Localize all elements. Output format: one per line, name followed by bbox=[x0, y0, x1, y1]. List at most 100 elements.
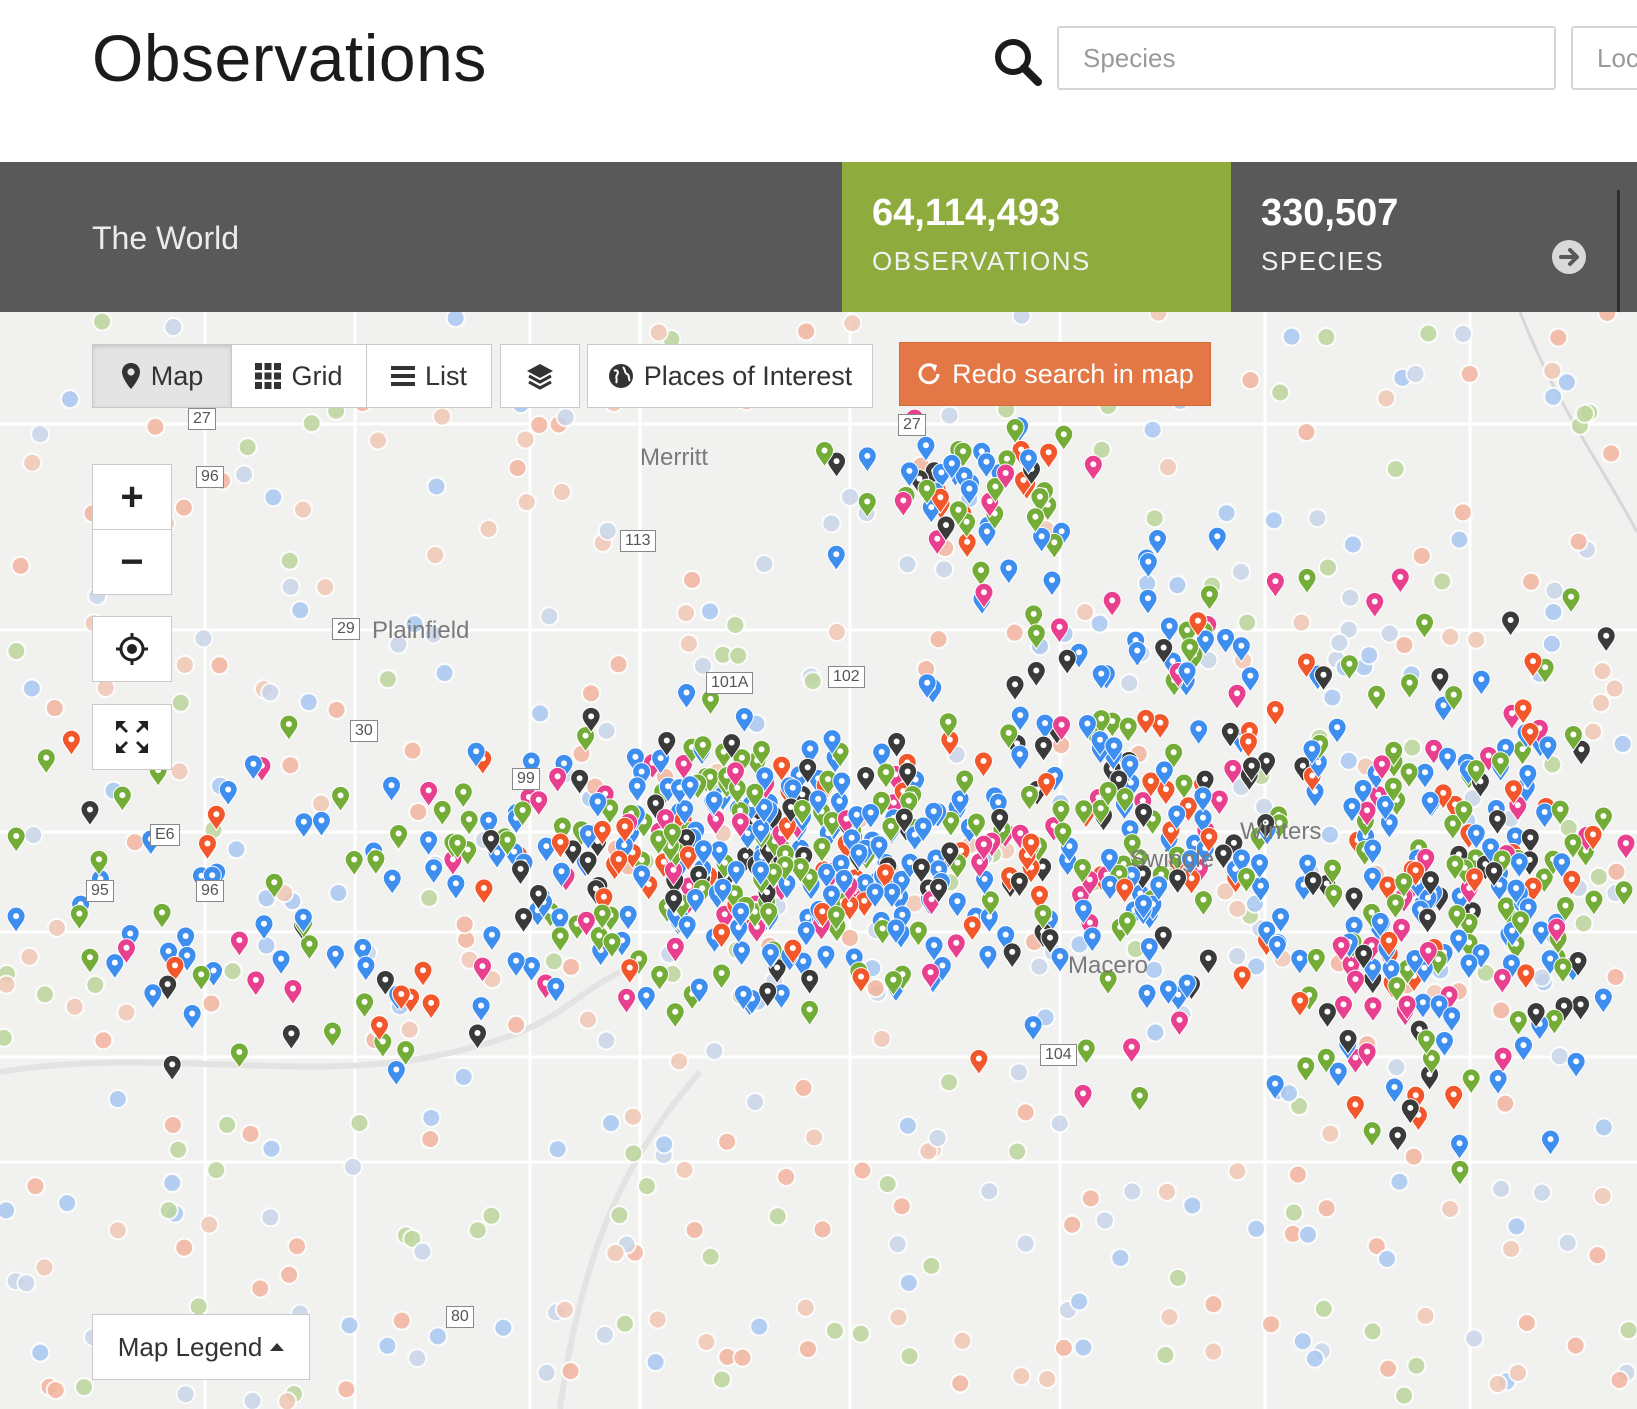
observation-pin[interactable] bbox=[1115, 877, 1135, 905]
observations-map[interactable]: Merritt Plainfield Swingle Winters Macer… bbox=[0, 312, 1637, 1409]
observation-dot[interactable] bbox=[311, 793, 332, 814]
observation-pin[interactable] bbox=[1333, 994, 1353, 1022]
locate-button[interactable] bbox=[92, 616, 172, 682]
observation-dot[interactable] bbox=[1403, 1146, 1424, 1167]
observation-dot[interactable] bbox=[158, 1200, 179, 1221]
observation-dot[interactable] bbox=[600, 1113, 621, 1134]
observation-pin[interactable] bbox=[1345, 969, 1365, 997]
observation-pin[interactable] bbox=[1102, 590, 1122, 618]
observation-dot[interactable] bbox=[34, 1257, 55, 1278]
observation-dot[interactable] bbox=[1532, 1182, 1553, 1203]
observation-dot[interactable] bbox=[754, 553, 775, 574]
observation-pin[interactable] bbox=[1232, 965, 1252, 992]
observation-dot[interactable] bbox=[776, 1166, 797, 1187]
observation-dot[interactable] bbox=[1159, 1307, 1180, 1328]
observation-dot[interactable] bbox=[507, 458, 528, 479]
observation-pin[interactable] bbox=[1561, 587, 1581, 614]
observation-dot[interactable] bbox=[1604, 678, 1625, 699]
observation-dot[interactable] bbox=[669, 1051, 690, 1072]
observation-pin[interactable] bbox=[322, 1021, 342, 1048]
observation-dot[interactable] bbox=[1507, 1362, 1528, 1383]
observation-dot[interactable] bbox=[234, 464, 255, 485]
observation-dot[interactable] bbox=[1008, 1062, 1029, 1083]
observation-pin[interactable] bbox=[1520, 827, 1540, 855]
observation-dot[interactable] bbox=[1144, 508, 1165, 529]
observation-dot[interactable] bbox=[57, 1193, 78, 1214]
observation-dot[interactable] bbox=[1004, 622, 1025, 643]
observation-pin[interactable] bbox=[1540, 1129, 1561, 1157]
observation-dot[interactable] bbox=[1317, 557, 1338, 578]
observation-dot[interactable] bbox=[682, 569, 703, 590]
observation-dot[interactable] bbox=[871, 1028, 892, 1049]
observation-pin[interactable] bbox=[546, 976, 566, 1004]
observation-dot[interactable] bbox=[336, 1379, 357, 1400]
observation-dot[interactable] bbox=[1453, 323, 1474, 344]
observation-dot[interactable] bbox=[1501, 1238, 1522, 1259]
observation-pin[interactable] bbox=[6, 826, 26, 853]
observation-dot[interactable] bbox=[605, 1243, 626, 1264]
observation-pin[interactable] bbox=[1306, 947, 1326, 975]
observation-pin[interactable] bbox=[246, 970, 266, 997]
observation-pin[interactable] bbox=[1420, 790, 1440, 818]
observation-dot[interactable] bbox=[897, 1115, 918, 1136]
observation-dot[interactable] bbox=[1291, 612, 1312, 633]
observation-dot[interactable] bbox=[402, 740, 423, 761]
observation-pin[interactable] bbox=[356, 955, 376, 983]
observation-dot[interactable] bbox=[168, 1139, 189, 1160]
observation-pin[interactable] bbox=[254, 914, 274, 941]
observation-pin[interactable] bbox=[1363, 996, 1383, 1023]
observation-pin[interactable] bbox=[1488, 1068, 1508, 1096]
observation-pin[interactable] bbox=[1138, 588, 1158, 616]
observation-pin[interactable] bbox=[971, 560, 991, 588]
observation-dot[interactable] bbox=[1203, 1294, 1224, 1315]
observation-dot[interactable] bbox=[888, 1307, 909, 1328]
observation-markers[interactable] bbox=[0, 312, 1637, 1409]
observation-dot[interactable] bbox=[481, 1205, 502, 1226]
observation-dot[interactable] bbox=[826, 622, 847, 643]
observation-dot[interactable] bbox=[279, 550, 300, 571]
observation-dot[interactable] bbox=[260, 1207, 281, 1228]
observation-dot[interactable] bbox=[1075, 602, 1096, 623]
observation-pin[interactable] bbox=[36, 748, 56, 775]
observation-dot[interactable] bbox=[1227, 946, 1248, 967]
observation-dot[interactable] bbox=[536, 1362, 557, 1383]
observation-dot[interactable] bbox=[467, 1220, 488, 1241]
observation-dot[interactable] bbox=[821, 513, 842, 534]
observation-dot[interactable] bbox=[425, 545, 446, 566]
observation-dot[interactable] bbox=[921, 1255, 942, 1276]
observation-dot[interactable] bbox=[277, 1391, 298, 1409]
observation-dot[interactable] bbox=[260, 682, 281, 703]
observation-pin[interactable] bbox=[550, 926, 570, 953]
observation-dot[interactable] bbox=[927, 1128, 948, 1149]
observation-dot[interactable] bbox=[175, 1384, 196, 1405]
observation-pin[interactable] bbox=[1535, 802, 1555, 829]
observation-dot[interactable] bbox=[1418, 323, 1439, 344]
observation-dot[interactable] bbox=[1292, 1331, 1313, 1352]
observation-pin[interactable] bbox=[69, 904, 89, 931]
observation-pin[interactable] bbox=[1450, 1133, 1470, 1161]
observation-dot[interactable] bbox=[596, 1030, 617, 1051]
observation-dot[interactable] bbox=[700, 601, 721, 622]
observation-dot[interactable] bbox=[169, 761, 190, 782]
observation-dot[interactable] bbox=[30, 424, 51, 445]
observation-dot[interactable] bbox=[1142, 419, 1163, 440]
observation-dot[interactable] bbox=[852, 1160, 873, 1181]
observation-pin[interactable] bbox=[1444, 1084, 1464, 1112]
observation-pin[interactable] bbox=[453, 782, 473, 809]
observation-dot[interactable] bbox=[1283, 1202, 1304, 1223]
observation-pin[interactable] bbox=[1010, 744, 1030, 772]
observation-pin[interactable] bbox=[1193, 890, 1213, 917]
observation-dot[interactable] bbox=[107, 1220, 128, 1241]
observation-dot[interactable] bbox=[1544, 580, 1565, 601]
observation-dot[interactable] bbox=[1379, 623, 1400, 644]
observation-pin[interactable] bbox=[1385, 893, 1405, 920]
observation-dot[interactable] bbox=[280, 576, 301, 597]
observation-dot[interactable] bbox=[767, 1206, 788, 1227]
observation-pin[interactable] bbox=[856, 765, 876, 793]
observation-dot[interactable] bbox=[1316, 1198, 1337, 1219]
observation-pin[interactable] bbox=[1492, 967, 1512, 995]
observation-pin[interactable] bbox=[978, 944, 998, 972]
map-canvas[interactable] bbox=[0, 312, 1637, 1409]
observation-dot[interactable] bbox=[1385, 459, 1406, 480]
observation-dot[interactable] bbox=[797, 1339, 818, 1360]
